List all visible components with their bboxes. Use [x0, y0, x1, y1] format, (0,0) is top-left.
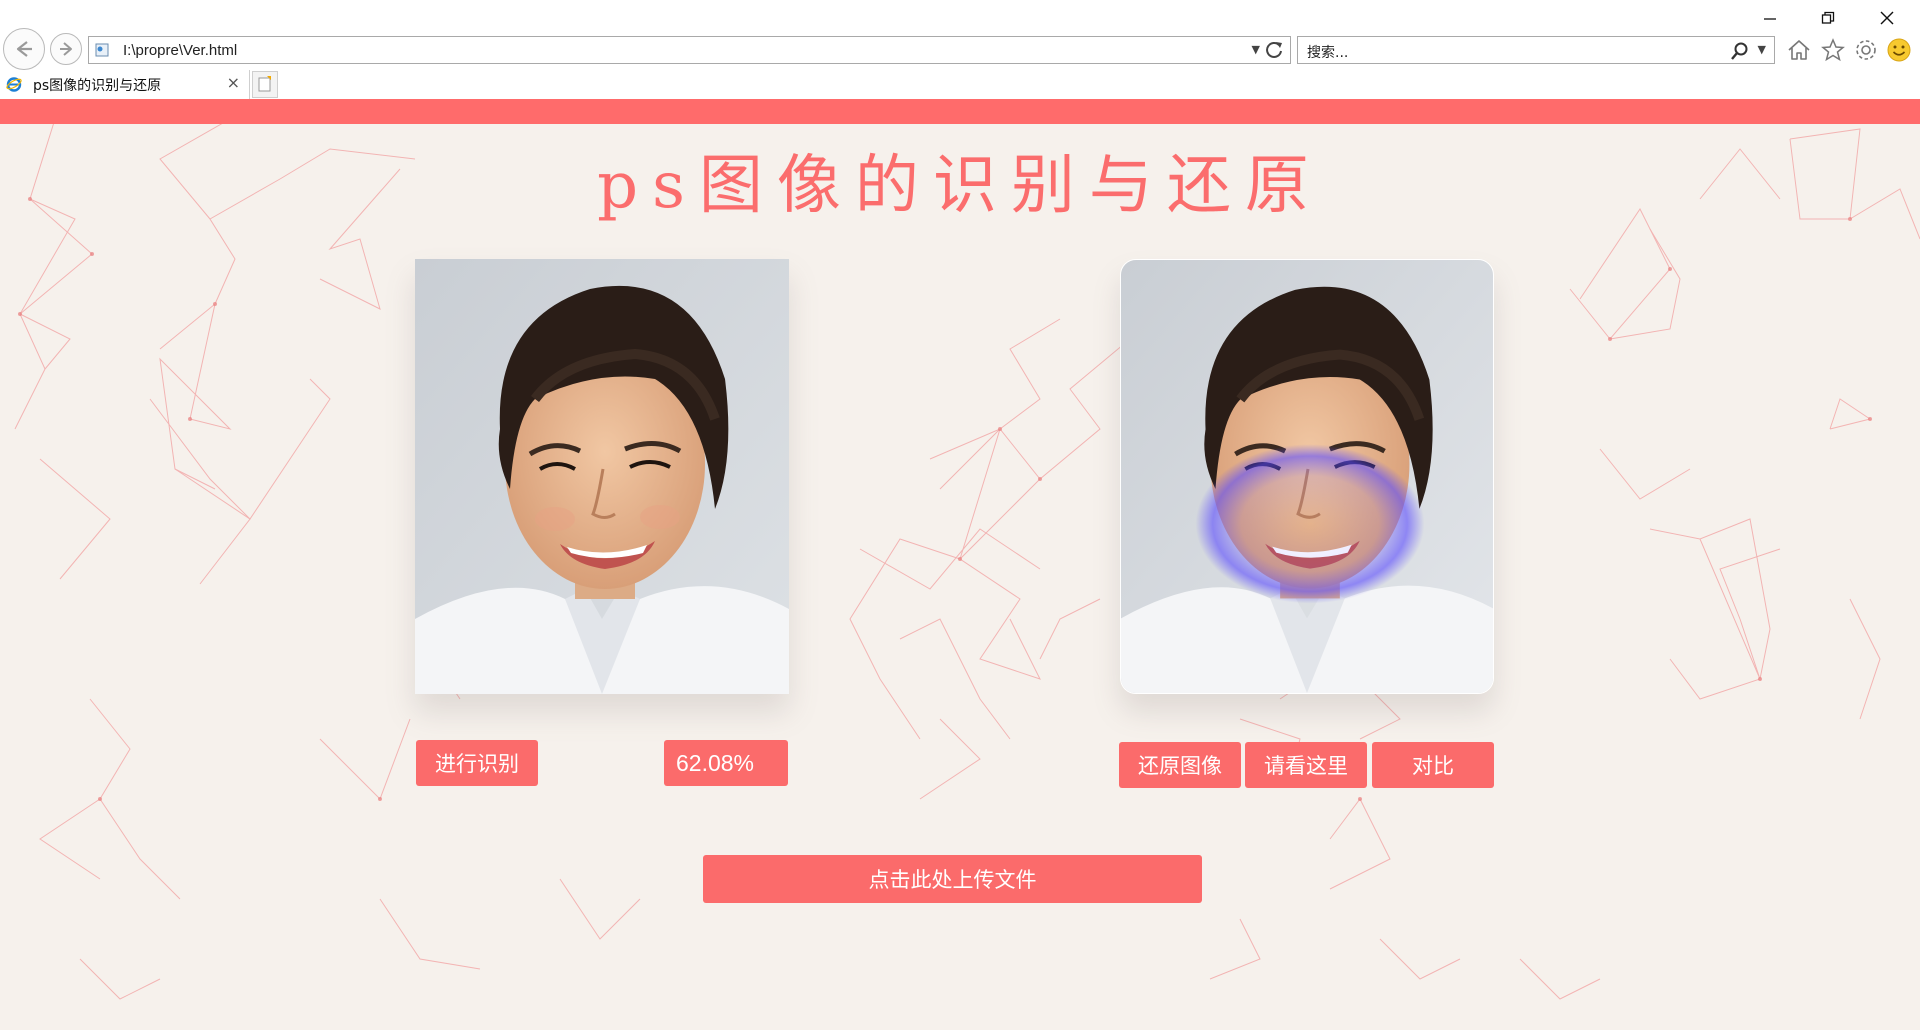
- page-title: ps图像的识别与还原: [597, 149, 1323, 223]
- page-icon: [95, 43, 109, 57]
- gear-icon[interactable]: [1853, 37, 1879, 63]
- feedback-smiley-icon[interactable]: [1886, 37, 1912, 63]
- browser-chrome: I:\propre\Ver.html ▼ 搜索... ▼ ps图像的识别与还原 …: [0, 0, 1920, 99]
- address-url: I:\propre\Ver.html: [123, 42, 238, 59]
- portrait-photo: [415, 259, 789, 694]
- forward-button[interactable]: [50, 33, 82, 65]
- search-dropdown-icon[interactable]: ▼: [1758, 43, 1766, 56]
- tab-close-button[interactable]: ×: [227, 73, 240, 92]
- browser-tab[interactable]: ps图像的识别与还原 ×: [0, 70, 250, 99]
- restored-image: [1120, 259, 1494, 694]
- restore-image-button[interactable]: 还原图像: [1119, 742, 1241, 788]
- restore-window-icon: [1821, 11, 1835, 24]
- favorites-star-icon[interactable]: [1820, 37, 1846, 63]
- ie-logo-icon: [6, 77, 22, 92]
- refresh-icon[interactable]: [1264, 39, 1284, 61]
- accent-top-bar: [0, 99, 1920, 124]
- address-bar[interactable]: I:\propre\Ver.html ▼: [88, 36, 1291, 64]
- forward-arrow-icon: [60, 42, 72, 56]
- minimize-icon: [1764, 18, 1776, 20]
- search-box[interactable]: 搜索... ▼: [1297, 36, 1775, 64]
- recognize-button[interactable]: 进行识别: [416, 740, 538, 786]
- minimize-button[interactable]: [1755, 6, 1785, 30]
- back-button[interactable]: [3, 28, 45, 70]
- search-input[interactable]: 搜索...: [1307, 42, 1348, 62]
- close-icon: [1880, 11, 1894, 25]
- address-dropdown-icon[interactable]: ▼: [1252, 43, 1260, 56]
- compare-button[interactable]: 对比: [1372, 742, 1494, 788]
- portrait-heatmap-photo: [1121, 260, 1493, 693]
- new-tab-button[interactable]: [252, 71, 278, 98]
- search-icon[interactable]: [1730, 41, 1750, 61]
- close-window-button[interactable]: [1872, 6, 1902, 30]
- tab-title: ps图像的识别与还原: [33, 78, 162, 94]
- look-here-button[interactable]: 请看这里: [1245, 742, 1367, 788]
- manipulation-heatmap: [1195, 444, 1425, 604]
- page-content: ps图像的识别与还原 进行识别 62.08% 还原图像 请看这里 对比 点击此处…: [0, 99, 1920, 1030]
- upload-file-button[interactable]: 点击此处上传文件: [703, 855, 1202, 903]
- back-arrow-icon: [16, 41, 32, 57]
- score-display: 62.08%: [664, 740, 788, 786]
- new-tab-icon: [258, 76, 271, 92]
- uploaded-image: [415, 259, 789, 694]
- restore-button[interactable]: [1813, 6, 1843, 30]
- home-icon[interactable]: [1786, 37, 1812, 63]
